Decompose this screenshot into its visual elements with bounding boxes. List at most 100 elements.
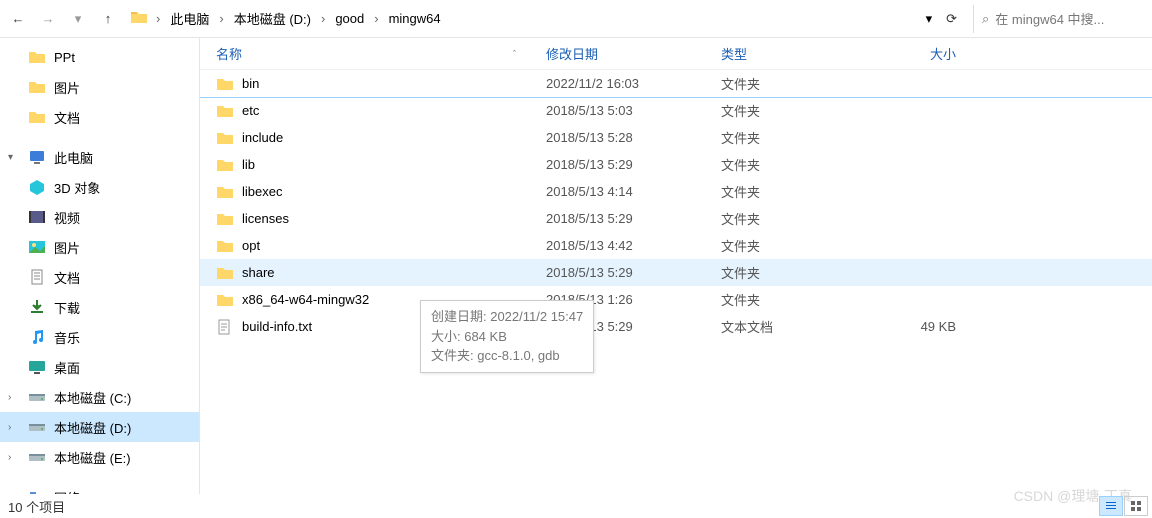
tree-item[interactable]: 文档 <box>0 262 199 292</box>
view-switcher <box>1099 496 1148 516</box>
tooltip-line: 创建日期: 2022/11/2 15:47 <box>431 307 583 327</box>
tree-item[interactable]: 下载 <box>0 292 199 322</box>
status-bar: 10 个项目 <box>0 494 1152 518</box>
file-row[interactable]: opt2018/5/13 4:42文件夹 <box>200 232 1152 259</box>
tree-item[interactable]: 3D 对象 <box>0 172 199 202</box>
drive-icon <box>28 418 46 436</box>
tree-item[interactable]: 图片 <box>0 232 199 262</box>
tree-item[interactable]: PPt <box>0 42 199 72</box>
tree-item[interactable]: ›网络 <box>0 482 199 494</box>
file-size: 49 KB <box>876 319 976 334</box>
tree-item-label: 此电脑 <box>54 148 93 167</box>
3d-icon <box>28 178 46 196</box>
refresh-button[interactable]: ⟳ <box>938 7 965 31</box>
forward-button[interactable]: → <box>34 5 62 33</box>
drive-icon <box>28 388 46 406</box>
video-icon <box>28 208 46 226</box>
file-view: 名称 ˆ 修改日期 类型 大小 bin2022/11/2 16:03文件夹etc… <box>200 38 1152 494</box>
tree-item[interactable]: ›本地磁盘 (E:) <box>0 442 199 472</box>
music-icon <box>28 328 46 346</box>
file-date: 2018/5/13 5:29 <box>546 157 721 172</box>
tree-item[interactable]: 音乐 <box>0 322 199 352</box>
drive-icon <box>28 448 46 466</box>
search-icon: ⌕ <box>982 11 989 27</box>
tree-item[interactable]: › 本地磁盘 (D:) <box>0 412 199 442</box>
breadcrumb-item[interactable]: good <box>329 8 370 29</box>
file-name: opt <box>242 238 546 253</box>
file-row[interactable]: build-info.txt2018/5/13 5:29文本文档49 KB <box>200 313 1152 340</box>
tree-item[interactable]: 文档 <box>0 102 199 132</box>
tree-item-label: 本地磁盘 (C:) <box>54 388 131 407</box>
docs-icon <box>28 268 46 286</box>
file-row[interactable]: libexec2018/5/13 4:14文件夹 <box>200 178 1152 205</box>
file-type: 文件夹 <box>721 155 876 174</box>
folder-icon <box>216 293 236 307</box>
thumbnails-view-button[interactable] <box>1124 496 1148 516</box>
file-row[interactable]: lib2018/5/13 5:29文件夹 <box>200 151 1152 178</box>
address-bar: ← → ▾ ↑ › 此电脑 › 本地磁盘 (D:) › good › mingw… <box>0 0 1152 38</box>
folder-icon <box>28 108 46 126</box>
column-headers: 名称 ˆ 修改日期 类型 大小 <box>200 38 1152 70</box>
file-name: lib <box>242 157 546 172</box>
folder-icon <box>216 77 236 91</box>
file-row[interactable]: bin2022/11/2 16:03文件夹 <box>200 70 1152 97</box>
file-type: 文件夹 <box>721 182 876 201</box>
breadcrumb-item[interactable]: 此电脑 <box>164 6 215 31</box>
file-date: 2022/11/2 16:03 <box>546 76 721 91</box>
column-header-type[interactable]: 类型 <box>721 44 876 63</box>
breadcrumb-item[interactable]: 本地磁盘 (D:) <box>228 6 317 31</box>
file-row[interactable]: etc2018/5/13 5:03文件夹 <box>200 97 1152 124</box>
tree-item-label: 本地磁盘 (D:) <box>54 418 131 437</box>
search-placeholder: 在 mingw64 中搜... <box>995 9 1104 28</box>
column-header-date[interactable]: 修改日期 <box>546 44 721 63</box>
tree-item-label: 图片 <box>54 78 80 97</box>
tree-item[interactable]: ›本地磁盘 (C:) <box>0 382 199 412</box>
tree-item[interactable]: ▾ 此电脑 <box>0 142 199 172</box>
txt-icon <box>216 319 236 335</box>
file-date: 2018/5/13 5:29 <box>546 265 721 280</box>
details-view-button[interactable] <box>1099 496 1123 516</box>
file-type: 文件夹 <box>721 74 876 93</box>
file-row[interactable]: share2018/5/13 5:29文件夹 <box>200 259 1152 286</box>
file-type: 文件夹 <box>721 236 876 255</box>
tree-item[interactable]: 视频 <box>0 202 199 232</box>
chevron-right-icon: › <box>217 11 225 26</box>
folder-icon <box>28 78 46 96</box>
breadcrumb-item[interactable]: mingw64 <box>383 8 447 29</box>
recent-button[interactable]: ▾ <box>64 5 92 33</box>
file-date: 2018/5/13 4:14 <box>546 184 721 199</box>
tree-item-label: 3D 对象 <box>54 178 100 197</box>
file-type: 文件夹 <box>721 290 876 309</box>
item-count: 10 个项目 <box>8 497 65 516</box>
file-date: 2018/5/13 5:29 <box>546 211 721 226</box>
back-button[interactable]: ← <box>4 5 32 33</box>
file-row[interactable]: include2018/5/13 5:28文件夹 <box>200 124 1152 151</box>
folder-icon <box>216 212 236 226</box>
file-name: etc <box>242 103 546 118</box>
chevron-right-icon: › <box>372 11 380 26</box>
file-date: 2018/5/13 5:03 <box>546 103 721 118</box>
breadcrumb-dropdown[interactable]: ▾ <box>926 11 933 27</box>
search-input[interactable]: ⌕ 在 mingw64 中搜... <box>973 5 1148 33</box>
column-header-name[interactable]: 名称 ˆ <box>216 44 546 63</box>
tree-item-label: 桌面 <box>54 358 80 377</box>
header-label: 名称 <box>216 44 242 63</box>
file-name: libexec <box>242 184 546 199</box>
file-date: 2018/5/13 5:28 <box>546 130 721 145</box>
folder-icon <box>216 266 236 280</box>
column-header-size[interactable]: 大小 <box>876 44 976 63</box>
tree-item[interactable]: 桌面 <box>0 352 199 382</box>
sort-indicator-icon: ˆ <box>513 49 516 59</box>
up-button[interactable]: ↑ <box>94 5 122 33</box>
breadcrumb[interactable]: › 此电脑 › 本地磁盘 (D:) › good › mingw64 ▾ ⟳ <box>130 6 973 31</box>
tree-item-label: 视频 <box>54 208 80 227</box>
chevron-icon: › <box>8 452 11 463</box>
folder-icon <box>216 131 236 145</box>
file-row[interactable]: licenses2018/5/13 5:29文件夹 <box>200 205 1152 232</box>
file-type: 文件夹 <box>721 263 876 282</box>
tree-item[interactable]: 图片 <box>0 72 199 102</box>
desktop-icon <box>28 358 46 376</box>
chevron-icon: ▾ <box>8 152 13 163</box>
chevron-icon: › <box>8 422 11 433</box>
file-row[interactable]: x86_64-w64-mingw322018/5/13 1:26文件夹 <box>200 286 1152 313</box>
